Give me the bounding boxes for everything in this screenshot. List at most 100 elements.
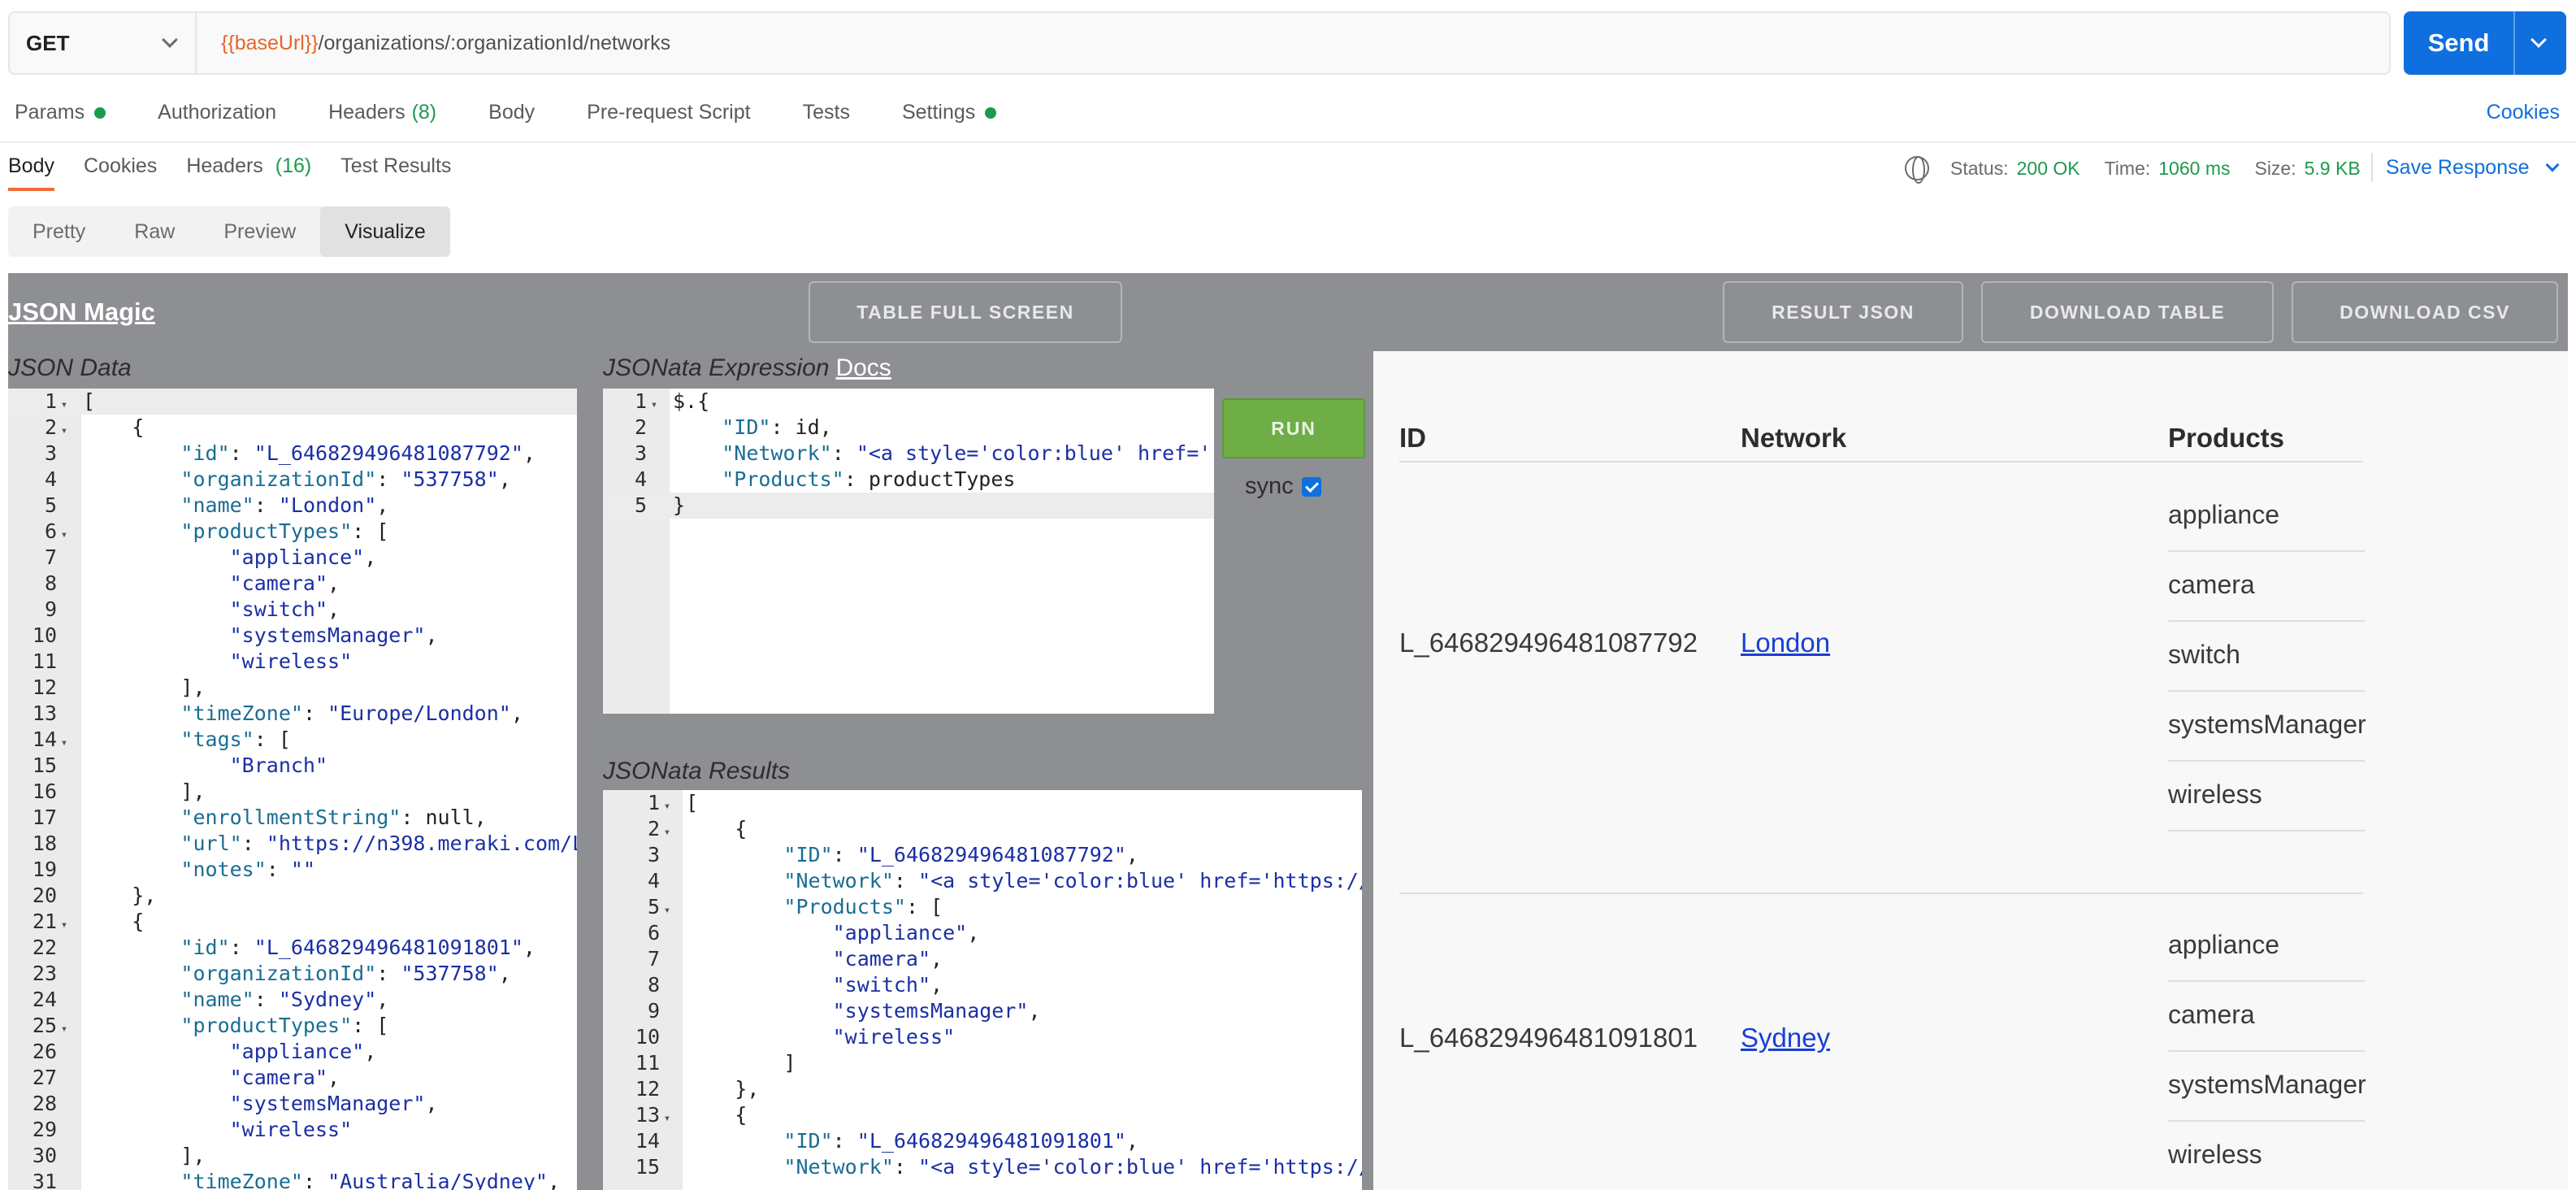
- tab-body[interactable]: Body: [488, 101, 535, 124]
- res-headers-count: (16): [275, 154, 312, 177]
- row-divider: [1399, 892, 2363, 894]
- code-text: $.{: [673, 389, 710, 413]
- line-number: 22: [32, 936, 57, 959]
- line-number: 12: [32, 675, 57, 699]
- line-number: 13: [635, 1103, 660, 1127]
- code-line: 13 ▾ {: [603, 1102, 1362, 1128]
- send-divider: [2513, 11, 2515, 75]
- code-text: "name": "London",: [180, 493, 389, 517]
- code-line: 14 ▾ "tags": [: [8, 727, 577, 753]
- table-header-divider: [1399, 461, 2363, 463]
- params-indicator-dot: [94, 106, 106, 119]
- code-line: 2 "ID": id,: [603, 415, 1214, 441]
- result-json-button[interactable]: RESULT JSON: [1723, 281, 1963, 343]
- jsonata-expression-text: JSONata Expression: [603, 354, 830, 381]
- table-full-screen-button[interactable]: TABLE FULL SCREEN: [809, 281, 1122, 343]
- res-tab-headers[interactable]: Headers (16): [186, 154, 311, 191]
- jsonata-expression-editor[interactable]: 1 ▾ $.{2 "ID": id, 3 "Network": "<a style='…: [603, 389, 1214, 714]
- download-csv-button[interactable]: DOWNLOAD CSV: [2292, 281, 2558, 343]
- view-raw[interactable]: Raw: [110, 206, 199, 257]
- response-tabs: Body Cookies Headers (16) Test Results: [8, 154, 480, 191]
- tab-params[interactable]: Params: [15, 101, 106, 124]
- code-line: 6 ▾ "productTypes": [: [8, 519, 577, 545]
- line-number: 18: [32, 832, 57, 855]
- code-text: "Network": "<a style='color:blue' href='…: [783, 869, 1362, 892]
- line-number: 1: [634, 389, 647, 413]
- tab-prerequest-script[interactable]: Pre-request Script: [587, 101, 750, 124]
- sync-toggle[interactable]: sync: [1245, 473, 1321, 500]
- request-url-bar: GET {{baseUrl}}/organizations/:organizat…: [8, 11, 2391, 75]
- product-divider: [2168, 620, 2365, 622]
- code-line: 9 "switch",: [8, 597, 577, 623]
- res-tab-cookies[interactable]: Cookies: [84, 154, 157, 191]
- line-number: 10: [635, 1025, 660, 1049]
- tab-settings[interactable]: Settings: [902, 101, 997, 124]
- code-line: 21 ▾ {: [8, 909, 577, 935]
- sync-checkbox[interactable]: [1301, 476, 1321, 497]
- line-number: 15: [635, 1155, 660, 1179]
- code-line: 10 "systemsManager",: [8, 623, 577, 649]
- line-number: 30: [32, 1144, 57, 1167]
- code-text: [: [83, 389, 96, 413]
- code-text: "ID": "L_646829496481087792",: [783, 843, 1138, 866]
- line-number: 8: [647, 973, 660, 997]
- cell-product: systemsManager: [2168, 710, 2366, 739]
- view-preview[interactable]: Preview: [199, 206, 320, 257]
- code-line: 28 "systemsManager",: [8, 1091, 577, 1117]
- code-text: "camera",: [832, 947, 943, 971]
- line-number: 27: [32, 1066, 57, 1089]
- table-header-network: Network: [1741, 423, 1847, 453]
- code-text: ]: [686, 1051, 796, 1075]
- line-number: 6: [647, 921, 660, 945]
- docs-link[interactable]: Docs: [835, 354, 891, 381]
- tab-headers[interactable]: Headers (8): [328, 101, 436, 124]
- code-line: 3 "Network": "<a style='color:blue' href…: [603, 441, 1214, 467]
- send-options-chevron-icon[interactable]: [2530, 32, 2547, 48]
- code-text: "Products": productTypes: [722, 467, 1016, 491]
- code-line: 2 ▾ {: [603, 816, 1362, 842]
- cell-network: London: [1741, 628, 1830, 658]
- line-number: 20: [32, 884, 57, 907]
- code-text: }: [673, 493, 686, 517]
- cell-id: L_646829496481087792: [1399, 628, 1698, 658]
- view-visualize[interactable]: Visualize: [320, 206, 450, 257]
- product-divider: [2168, 980, 2365, 982]
- send-button[interactable]: Send: [2404, 11, 2566, 75]
- tab-authorization[interactable]: Authorization: [158, 101, 276, 124]
- run-button[interactable]: RUN: [1222, 398, 1365, 458]
- visualizer-title[interactable]: JSON Magic: [8, 298, 155, 327]
- jsonata-results-label: JSONata Results: [603, 758, 791, 784]
- method-select[interactable]: GET: [10, 13, 197, 73]
- url-input[interactable]: {{baseUrl}}/organizations/:organizationI…: [197, 32, 670, 55]
- network-link[interactable]: London: [1741, 628, 1830, 658]
- size-value: 5.9 KB: [2304, 157, 2361, 179]
- line-number: 12: [635, 1077, 660, 1101]
- line-number: 21: [32, 910, 57, 933]
- product-divider: [2168, 690, 2365, 692]
- code-text: "wireless": [832, 1025, 956, 1049]
- line-number: 23: [32, 962, 57, 985]
- size-label: Size:: [2254, 157, 2296, 179]
- download-table-button[interactable]: DOWNLOAD TABLE: [1981, 281, 2274, 343]
- view-pretty[interactable]: Pretty: [8, 206, 110, 257]
- chevron-down-icon: [162, 32, 178, 48]
- globe-icon[interactable]: [1905, 156, 1929, 184]
- cell-product: switch: [2168, 640, 2240, 669]
- jsonata-results-editor[interactable]: 1 ▾[2 ▾ {3 "ID": "L_646829496481087792", 4 …: [603, 790, 1362, 1190]
- json-data-editor[interactable]: 1 ▾[2 ▾ {3 "id": "L_646829496481087792", 4 …: [8, 389, 577, 1190]
- code-text: },: [686, 1077, 760, 1101]
- cookies-link[interactable]: Cookies: [2487, 101, 2560, 124]
- code-line: 19 "notes": "": [8, 857, 577, 883]
- code-text: {: [83, 910, 145, 933]
- cell-id: L_646829496481091801: [1399, 1023, 1698, 1053]
- res-tab-body[interactable]: Body: [8, 154, 54, 191]
- code-text: {: [83, 415, 145, 439]
- save-response-button[interactable]: Save Response: [2386, 156, 2560, 180]
- line-number: 4: [647, 869, 660, 892]
- tab-tests[interactable]: Tests: [803, 101, 850, 124]
- code-text: "organizationId": "537758",: [180, 962, 511, 985]
- res-tab-test-results[interactable]: Test Results: [340, 154, 451, 191]
- network-link[interactable]: Sydney: [1741, 1023, 1830, 1053]
- code-line: 10 "wireless": [603, 1024, 1362, 1050]
- code-line: 5 "name": "London",: [8, 493, 577, 519]
